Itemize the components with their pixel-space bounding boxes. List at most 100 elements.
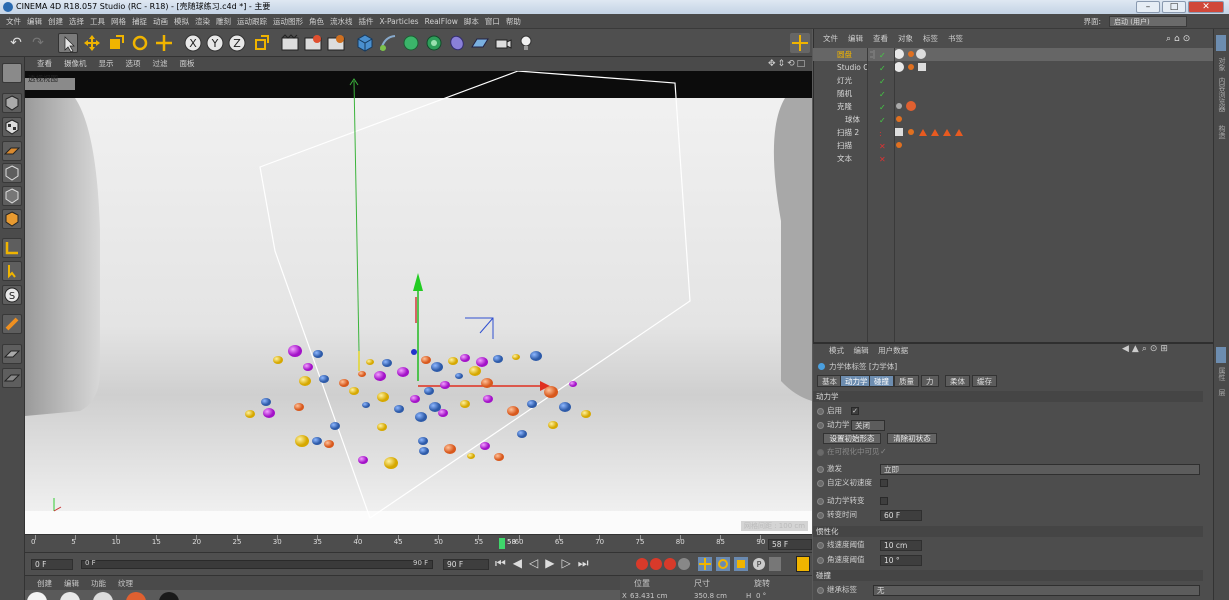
layout-switch-icon[interactable]	[790, 33, 810, 53]
cloner-icon[interactable]	[424, 33, 444, 53]
tab-mass[interactable]: 质量	[894, 375, 919, 387]
x-size-field[interactable]: 350.8 cm	[694, 592, 727, 600]
maximize-button[interactable]: □	[1162, 1, 1186, 13]
render-settings-icon[interactable]	[326, 33, 346, 53]
perspective-viewport[interactable]: 透视视图 网格间距 : 100 cm	[25, 71, 812, 534]
tab-soft-body[interactable]: 柔体	[945, 375, 970, 387]
light-icon[interactable]	[516, 33, 536, 53]
object-row[interactable]: 球体 ✓	[813, 113, 1213, 126]
transition-time-field[interactable]: 60 F	[880, 510, 922, 521]
material-menu-item[interactable]: 创建	[37, 579, 52, 588]
menu-item[interactable]: 文件	[6, 17, 21, 26]
menu-item[interactable]: 雕刻	[216, 17, 231, 26]
rotate-tool-icon[interactable]	[130, 33, 150, 53]
menu-item[interactable]: X-Particles	[380, 17, 419, 26]
strip-tab[interactable]: 内容浏览器	[1217, 77, 1227, 112]
record-buttons[interactable]	[635, 556, 691, 572]
material-menu-item[interactable]: 功能	[91, 579, 106, 588]
tweak-mode-icon[interactable]	[2, 261, 22, 281]
menu-item[interactable]: 渲染	[195, 17, 210, 26]
x-axis-lock-icon[interactable]: X	[183, 33, 203, 53]
linear-threshold-field[interactable]: 10 cm	[880, 540, 922, 551]
texture-mode-icon[interactable]	[2, 117, 22, 137]
grid-lock-icon[interactable]	[2, 344, 22, 364]
material-swatches[interactable]	[25, 590, 185, 600]
menu-item[interactable]: 窗口	[485, 17, 500, 26]
strip-tab-active[interactable]	[1216, 35, 1226, 51]
timeline-end-field[interactable]: 58 F	[768, 539, 812, 550]
subdivision-surface-icon[interactable]	[401, 33, 421, 53]
clear-initial-state-button[interactable]: 清除初状态	[887, 433, 937, 444]
viewport-menu-item[interactable]: 过滤	[153, 59, 168, 68]
camera-icon[interactable]	[493, 33, 513, 53]
tab-cache[interactable]: 缓存	[972, 375, 997, 387]
menu-item[interactable]: 插件	[359, 17, 374, 26]
dynamic-transition-checkbox[interactable]	[880, 497, 888, 505]
select-tool-icon[interactable]	[58, 33, 78, 53]
object-row[interactable]: 扫描 ✕	[813, 139, 1213, 152]
om-menu-item[interactable]: 编辑	[848, 34, 863, 43]
trigger-dropdown[interactable]: 立即	[880, 464, 1200, 475]
tab-force[interactable]: 力	[921, 375, 939, 387]
start-frame-field[interactable]: 0 F	[31, 559, 73, 570]
menu-item[interactable]: 流水线	[330, 17, 353, 26]
material-menu-item[interactable]: 编辑	[64, 579, 79, 588]
close-button[interactable]: ✕	[1188, 1, 1224, 13]
am-menu-item[interactable]: 模式	[829, 346, 844, 355]
timeline-current-marker[interactable]	[499, 538, 505, 549]
menu-item[interactable]: 角色	[309, 17, 324, 26]
playback-controls[interactable]: ⏮◀◁▶▷⏭	[495, 556, 596, 571]
menu-item[interactable]: 网格	[111, 17, 126, 26]
spline-pen-icon[interactable]	[378, 33, 398, 53]
edges-mode-icon[interactable]	[2, 186, 22, 206]
viewport-menu-item[interactable]: 查看	[37, 59, 52, 68]
object-row[interactable]: 圆盘 ✓	[813, 48, 1213, 61]
workplane-lock-icon[interactable]	[2, 314, 22, 334]
tab-collision[interactable]: 碰撞	[869, 375, 894, 387]
menu-item[interactable]: 编辑	[27, 17, 42, 26]
object-row[interactable]: 文本 ✕	[813, 152, 1213, 165]
menu-item[interactable]: 运动跟踪	[237, 17, 267, 26]
move-tool-icon[interactable]	[82, 33, 102, 53]
object-row[interactable]: 灯光 ✓	[813, 74, 1213, 87]
menu-item[interactable]: 模拟	[174, 17, 189, 26]
snapping-icon[interactable]: S	[2, 285, 22, 305]
layout-dropdown[interactable]: 启动 (用户)	[1109, 16, 1187, 27]
om-menu-item[interactable]: 文件	[823, 34, 838, 43]
object-row[interactable]: 扫描 2:	[813, 126, 1213, 139]
om-menu-item[interactable]: 对象	[898, 34, 913, 43]
menu-item[interactable]: 动画	[153, 17, 168, 26]
workplane-icon[interactable]	[2, 141, 22, 161]
menu-item[interactable]: 工具	[90, 17, 105, 26]
tab-basic[interactable]: 基本	[817, 375, 842, 387]
floor-icon[interactable]	[470, 33, 490, 53]
make-editable-icon[interactable]	[2, 63, 22, 83]
timeline-layout-icon[interactable]	[796, 556, 810, 572]
enabled-checkbox[interactable]: ✓	[851, 407, 859, 415]
polygons-mode-icon[interactable]	[2, 209, 22, 229]
undo-icon[interactable]: ↶	[6, 33, 26, 53]
om-menu-item[interactable]: 标签	[923, 34, 938, 43]
redo-icon[interactable]: ↷	[28, 33, 48, 53]
viewport-menu-item[interactable]: 摄像机	[64, 59, 87, 68]
model-mode-icon[interactable]	[2, 93, 22, 113]
menu-item[interactable]: 选择	[69, 17, 84, 26]
viewport-nav-icons[interactable]: ✥⇕⟲□	[768, 59, 807, 69]
x-position-field[interactable]: 63.431 cm	[630, 592, 667, 600]
preview-range-slider[interactable]	[81, 560, 433, 569]
live-select-icon[interactable]	[154, 33, 174, 53]
end-frame-field[interactable]: 90 F	[443, 559, 489, 570]
om-search-icon[interactable]: ⌕⌂⊙	[1166, 34, 1193, 44]
timeline-ruler[interactable]: 0 5 10 15 20 25 30 35 40 45 50 55 60 65 70 75 80 85 90 58 …	[25, 534, 812, 552]
menu-item[interactable]: 帮助	[506, 17, 521, 26]
object-row[interactable]: Studio C ✓	[813, 61, 1213, 74]
material-menu-item[interactable]: 纹理	[118, 579, 133, 588]
set-initial-state-button[interactable]: 设置初始形态	[823, 433, 881, 444]
tab-dynamics[interactable]: 动力学	[840, 375, 873, 387]
viewport-menu-item[interactable]: 显示	[99, 59, 114, 68]
minimize-button[interactable]: –	[1136, 1, 1160, 13]
y-axis-lock-icon[interactable]: Y	[205, 33, 225, 53]
am-menu-item[interactable]: 编辑	[854, 346, 869, 355]
strip-tab[interactable]: 层	[1217, 389, 1227, 396]
axis-mode-icon[interactable]	[2, 238, 22, 258]
